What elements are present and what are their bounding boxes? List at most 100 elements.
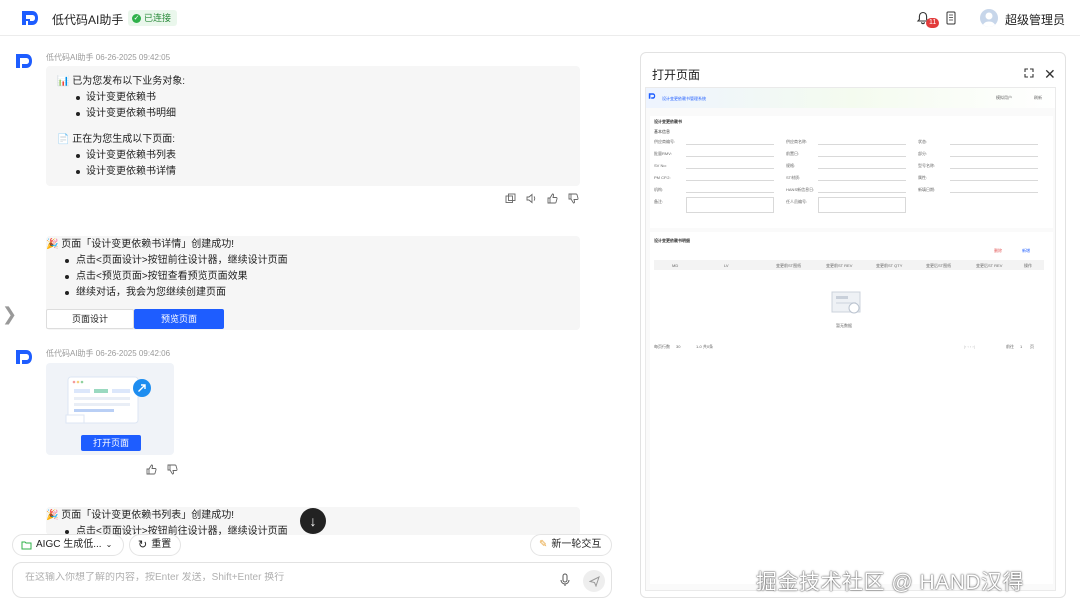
bot-avatar-icon xyxy=(16,350,32,364)
form-field-label: 新填日期: xyxy=(918,187,936,192)
preview-form: 设计变更依赖书 基本信息 供应商编号: 供应商名称: 状态: 批量RMV: 前置日: 部分… xyxy=(650,116,1053,228)
preview-system-name: 设计变更依赖书管理系统 xyxy=(662,96,706,101)
form-field-input[interactable] xyxy=(818,173,906,181)
user-name[interactable]: 超级管理员 xyxy=(1005,11,1065,28)
reset-button[interactable]: ↻ 重置 xyxy=(129,534,181,556)
check-icon: ✓ xyxy=(132,13,141,23)
column-header[interactable]: 变更后ST REV xyxy=(976,263,1002,269)
form-field-input[interactable] xyxy=(950,185,1038,193)
form-field-label: 供应商名称: xyxy=(786,139,808,144)
new-round-label: 新一轮交互 xyxy=(551,539,602,550)
message-actions xyxy=(505,193,579,204)
thumbs-up-icon[interactable] xyxy=(547,193,558,204)
column-header[interactable]: 操作 xyxy=(1024,263,1032,269)
form-field-input[interactable] xyxy=(818,149,906,157)
chat-input-box xyxy=(12,562,612,598)
send-icon xyxy=(588,575,600,587)
message-line: 📊 已为您发布以下业务对象: xyxy=(57,76,186,87)
message-line: 🎉 页面「设计变更依赖书详情」创建成功! xyxy=(46,239,235,250)
microphone-icon[interactable] xyxy=(559,573,571,587)
aigc-select[interactable]: AIGC 生成低... ⌄ xyxy=(12,534,124,556)
preview-header: 设计变更依赖书管理系统 模拟用户 刷新 xyxy=(646,88,1055,108)
phone-icon[interactable] xyxy=(946,11,956,25)
form-field-input[interactable] xyxy=(686,185,774,193)
form-field-label: 规格: xyxy=(786,163,796,168)
fullscreen-icon[interactable] xyxy=(1024,68,1034,78)
reset-label: 重置 xyxy=(151,539,172,550)
form-field-input[interactable] xyxy=(818,161,906,169)
add-button[interactable]: 新增 xyxy=(1022,248,1030,254)
preview-refresh[interactable]: 刷新 xyxy=(1034,95,1042,101)
form-field-label: 部分: xyxy=(918,151,928,156)
open-page-card: 打开页面 xyxy=(46,363,174,455)
empty-text: 暂无数据 xyxy=(836,323,852,328)
object-list: 设计变更依赖书 设计变更依赖书明细 xyxy=(46,90,580,122)
app-logo-icon xyxy=(22,11,38,25)
form-field-input[interactable] xyxy=(686,149,774,157)
list-item: 设计变更依赖书详情 xyxy=(46,164,580,180)
form-field-input[interactable] xyxy=(818,185,906,193)
new-chat-icon: ✎ xyxy=(539,539,548,550)
aigc-label: AIGC 生成低... xyxy=(36,539,102,550)
pager-arrows[interactable]: |‹ ‹ › ›| xyxy=(964,344,975,349)
speaker-icon[interactable] xyxy=(526,193,537,204)
new-round-button[interactable]: ✎ 新一轮交互 xyxy=(530,534,612,556)
pager-go-label: 前往 xyxy=(1006,344,1014,349)
thumbs-down-icon[interactable] xyxy=(568,193,579,204)
pager-range: 1-0 共0条 xyxy=(696,344,714,349)
form-field-input[interactable] xyxy=(950,173,1038,181)
column-header[interactable]: 变更前ST REV xyxy=(826,263,852,269)
column-header[interactable]: 变更前ST图纸 xyxy=(776,263,801,269)
form-field-input[interactable] xyxy=(950,149,1038,157)
page-preview: 设计变更依赖书管理系统 模拟用户 刷新 设计变更依赖书 基本信息 供应商编号: 供… xyxy=(645,87,1056,591)
preview-page-button[interactable]: 预览页面 xyxy=(134,309,224,329)
form-field-label: ST材质: xyxy=(786,175,801,180)
message-meta: 低代码AI助手 06-26-2025 09:42:05 xyxy=(46,53,171,62)
empty-illustration-icon xyxy=(831,291,861,314)
section-title: 设计变更依赖书 xyxy=(654,119,682,124)
open-page-button[interactable]: 打开页面 xyxy=(81,435,141,451)
pager-rows-label: 每页行数 xyxy=(654,344,670,349)
form-field-input[interactable] xyxy=(686,197,774,213)
column-header[interactable]: 变更后ST图纸 xyxy=(926,263,951,269)
form-field-input[interactable] xyxy=(818,197,906,213)
form-field-label: PM CP.2: xyxy=(654,175,671,180)
close-icon[interactable]: ✕ xyxy=(1044,66,1056,83)
column-header[interactable]: MD xyxy=(672,263,678,268)
avatar[interactable] xyxy=(980,9,998,27)
sidebar-expand-chevron-icon[interactable]: ❯ xyxy=(2,304,17,325)
form-field-input[interactable] xyxy=(950,137,1038,145)
reset-icon: ↻ xyxy=(138,539,148,551)
form-field-input[interactable] xyxy=(950,161,1038,169)
app-title: 低代码AI助手 xyxy=(52,13,124,27)
page-design-button[interactable]: 页面设计 xyxy=(46,309,134,329)
chat-input[interactable] xyxy=(25,572,525,583)
message-meta: 低代码AI助手 06-26-2025 09:42:06 xyxy=(46,349,171,358)
form-field-input[interactable] xyxy=(818,137,906,145)
list-item: 设计变更依赖书 xyxy=(46,90,580,106)
watermark: 掘金技术社区 @ HAND汉得 xyxy=(756,571,1024,594)
form-field-label: 批量RMV: xyxy=(654,151,672,156)
list-item: 继续对话，我会为您继续创建页面 xyxy=(46,285,580,301)
table-header: MD LV 变更前ST图纸 变更前ST REV 变更前ST QTY 变更后ST图纸 变更后S… xyxy=(654,260,1044,270)
send-button[interactable] xyxy=(583,570,605,592)
form-field-input[interactable] xyxy=(686,173,774,181)
thumbs-down-icon[interactable] xyxy=(167,464,178,475)
form-field-label: 前置日: xyxy=(786,151,800,156)
scroll-to-bottom-button[interactable]: ↓ xyxy=(300,508,326,534)
form-field-label: 型号名称: xyxy=(918,163,936,168)
thumbs-up-icon[interactable] xyxy=(146,464,157,475)
pager-page-input[interactable]: 1 xyxy=(1020,344,1022,349)
message-line: 📄 正在为您生成以下页面: xyxy=(57,134,176,145)
preview-user[interactable]: 模拟用户 xyxy=(996,95,1012,101)
copy-icon[interactable] xyxy=(505,193,516,204)
delete-button[interactable]: 删除 xyxy=(994,248,1002,254)
form-field-input[interactable] xyxy=(686,137,774,145)
pager-size-select[interactable]: 30 xyxy=(676,344,680,349)
column-header[interactable]: 变更前ST QTY xyxy=(876,263,902,269)
form-field-label: SV No: xyxy=(654,163,667,168)
open-page-panel: 打开页面 ✕ 设计变更依赖书管理系统 模拟用户 刷新 设计变更依赖书 基本信息 … xyxy=(640,52,1066,598)
form-field-input[interactable] xyxy=(686,161,774,169)
column-header[interactable]: LV xyxy=(724,263,729,268)
form-field-label: 备注: xyxy=(654,199,664,204)
